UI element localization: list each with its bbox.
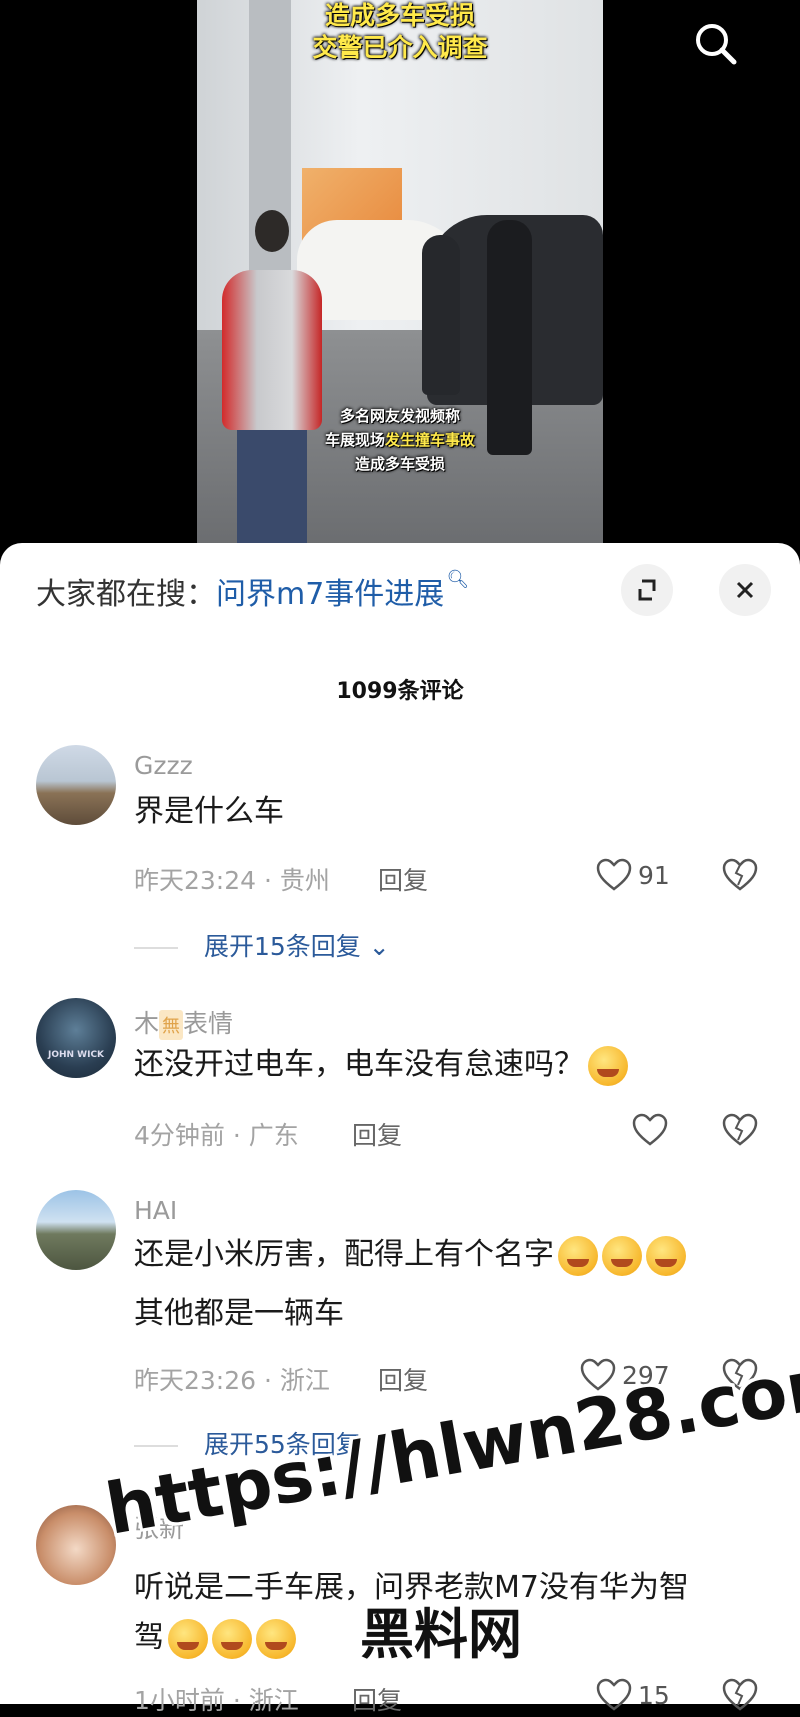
divider-line (134, 1445, 178, 1447)
comment-meta: 4分钟前 · 广东 (134, 1121, 299, 1150)
heart-icon[interactable] (596, 1678, 632, 1712)
heart-icon[interactable] (632, 1113, 668, 1147)
emoji-icon (602, 1235, 642, 1276)
divider-line (134, 947, 178, 949)
dislike-icon[interactable] (722, 1113, 758, 1147)
comment-meta: 昨天23:24 · 贵州 (134, 866, 330, 895)
close-icon (736, 581, 754, 599)
trending-search-bar[interactable]: 大家都在搜：问界m7事件进展 🔍︎ (36, 569, 469, 613)
avatar[interactable] (36, 1505, 116, 1585)
video-scene-person-red-jacket (222, 210, 322, 545)
reply-button[interactable]: 回复 (352, 1116, 402, 1152)
trending-search-keyword[interactable]: 问界m7事件进展 (216, 577, 444, 612)
emoji-icon (588, 1045, 628, 1086)
video-caption-line: 交警已介入调查 (312, 33, 488, 62)
avatar[interactable] (36, 1190, 116, 1270)
heart-icon[interactable] (596, 858, 632, 892)
comment-count: 1099条评论 (336, 679, 464, 704)
dislike-icon[interactable] (722, 858, 758, 892)
emoji-icon (646, 1235, 686, 1276)
comment-text: 其他都是一辆车 (134, 1296, 344, 1331)
search-icon[interactable] (690, 18, 742, 70)
avatar[interactable]: JOHN WICK (36, 998, 116, 1078)
watermark-text: 黑料网 (360, 1603, 522, 1666)
expand-replies-button[interactable]: 展开15条回复 ⌄ (134, 927, 390, 963)
avatar-text: JOHN WICK (47, 1050, 105, 1060)
close-button[interactable] (719, 564, 771, 616)
avatar[interactable] (36, 745, 116, 825)
like-count: 15 (638, 1681, 670, 1710)
comment-text: 界是什么车 (134, 794, 284, 829)
reply-button[interactable]: 回复 (378, 861, 428, 897)
comment-meta: 昨天23:26 · 浙江 (134, 1366, 330, 1395)
like-count: 91 (638, 861, 670, 890)
emoji-icon (558, 1235, 598, 1276)
video-player[interactable]: 造成多车受损 交警已介入调查 多名网友发视频称 车展现场发生撞车事故 造成多车受… (0, 0, 800, 545)
expand-icon (638, 579, 656, 601)
comment-username[interactable]: HAI (134, 1196, 177, 1225)
emoji-icon (256, 1618, 296, 1659)
expand-panel-button[interactable] (621, 564, 673, 616)
video-subtitle-line: 造成多车受损 (354, 455, 445, 473)
chevron-down-icon: ⌄ (368, 932, 390, 961)
search-icon: 🔍︎ (446, 569, 470, 590)
comment-text: 还是小米厉害，配得上有个名字 (134, 1230, 774, 1280)
emoji-icon (212, 1618, 252, 1659)
comment-username[interactable]: Gzzz (134, 751, 193, 780)
video-subtitle-line: 车展现场发生撞车事故 (324, 431, 476, 449)
reply-button[interactable]: 回复 (352, 1681, 402, 1717)
comment-username[interactable]: 木無表情 (134, 1004, 233, 1040)
reply-button[interactable]: 回复 (378, 1361, 428, 1397)
comment-meta: 1小时前 · 浙江 (134, 1686, 299, 1715)
trending-search-prefix: 大家都在搜： (36, 577, 216, 612)
comment-text: 还没开过电车，电车没有怠速吗？ (134, 1040, 774, 1090)
video-scene-person (422, 235, 460, 395)
emoji-badge: 無 (159, 1010, 184, 1040)
video-subtitle-line: 多名网友发视频称 (339, 407, 460, 425)
emoji-icon (168, 1618, 208, 1659)
dislike-icon[interactable] (722, 1678, 758, 1712)
